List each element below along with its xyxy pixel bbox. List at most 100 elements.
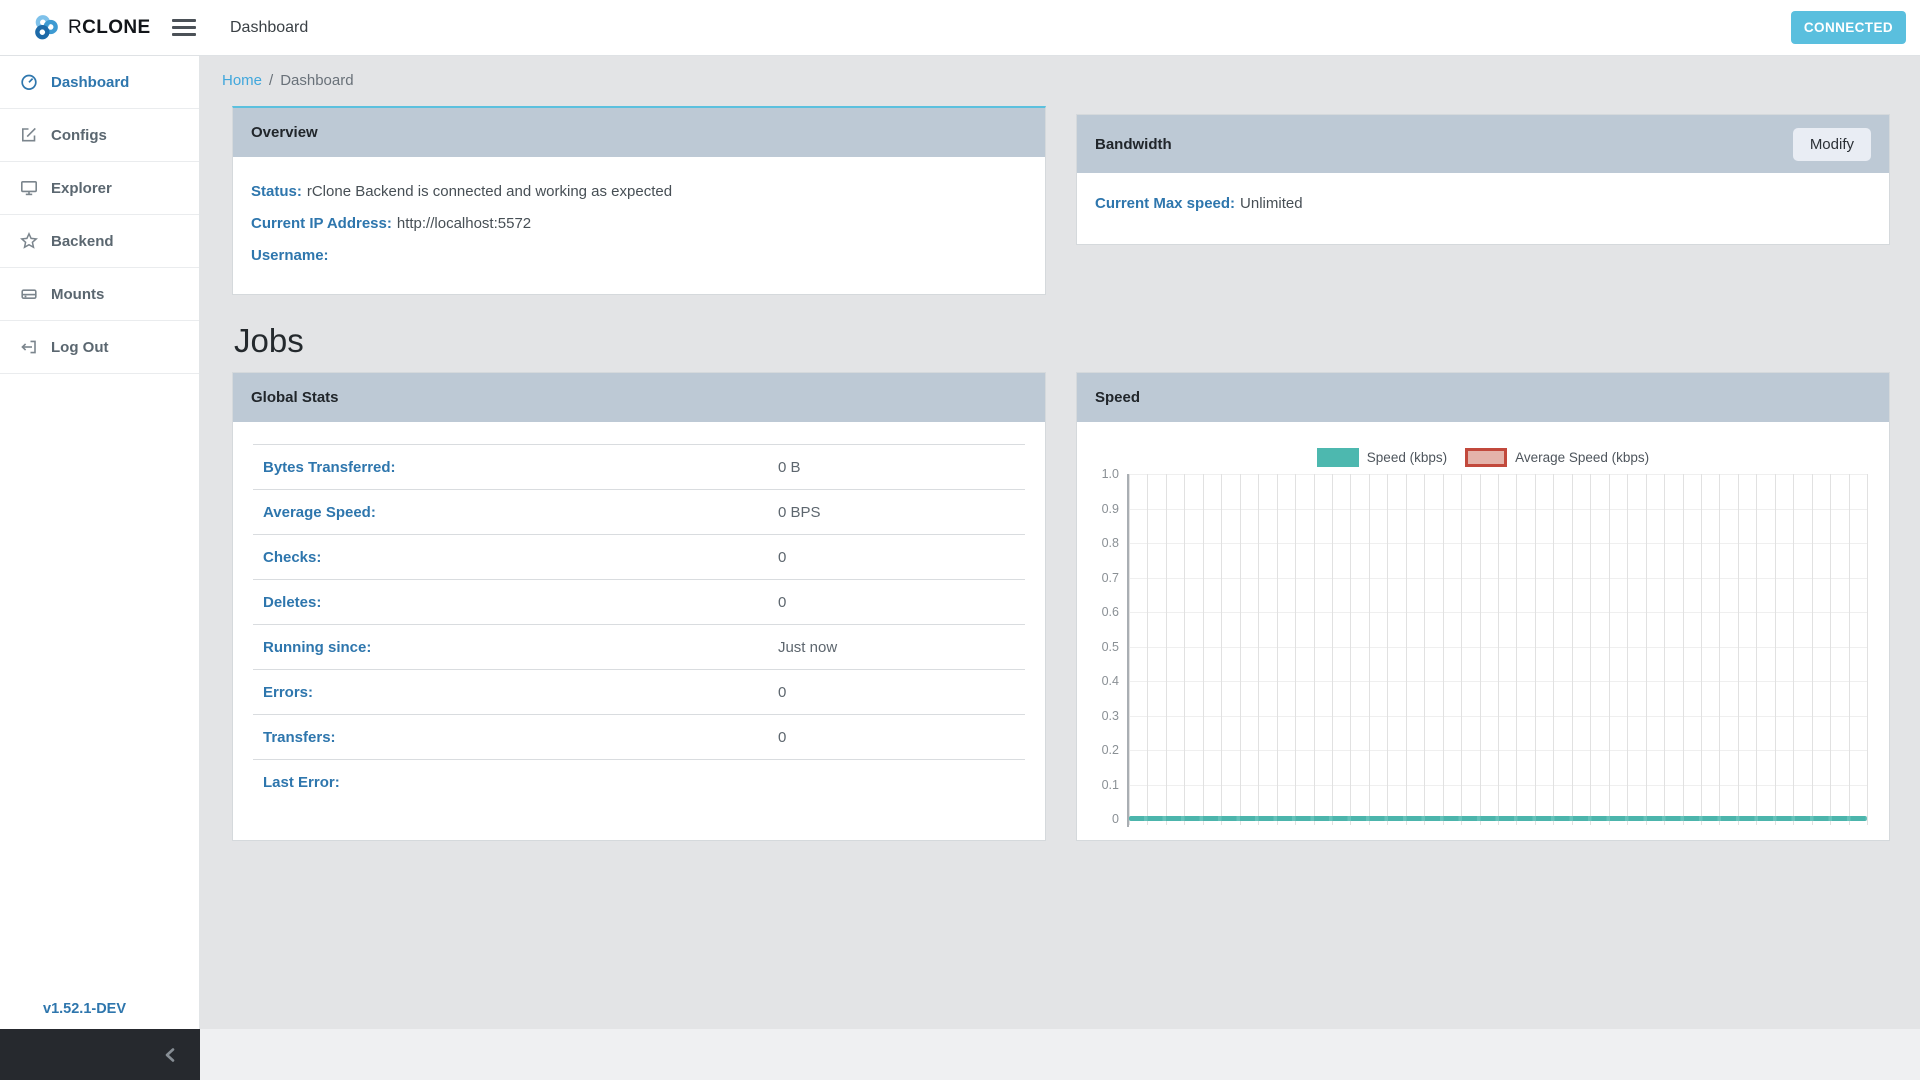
sidebar-item-explorer[interactable]: Explorer <box>0 162 199 215</box>
x-gridline <box>1424 474 1426 825</box>
x-gridline <box>1848 474 1850 825</box>
x-gridline <box>1479 474 1481 825</box>
stat-label: Errors: <box>253 669 778 715</box>
sidebar-item-label: Dashboard <box>51 73 130 91</box>
stat-value <box>777 759 1025 804</box>
speed-chart-legend: Speed (kbps) Average Speed (kbps) <box>1077 448 1889 467</box>
x-gridline <box>1350 474 1352 825</box>
y-tick-label: 0.4 <box>1101 674 1119 688</box>
x-gridline <box>1405 474 1407 825</box>
speed-series-line <box>1129 816 1867 821</box>
main-content: Home / Dashboard Overview Status: rClone Ba… <box>200 56 1920 1029</box>
x-gridline <box>1756 474 1758 825</box>
x-gridline <box>1442 474 1444 825</box>
status-row: Status: rClone Backend is connected and w… <box>251 183 1027 200</box>
sidebar-collapse-bar[interactable] <box>0 1029 200 1080</box>
max-speed-value: Unlimited <box>1240 195 1303 212</box>
x-gridline <box>1645 474 1647 825</box>
sidebar-item-logout[interactable]: Log Out <box>0 321 199 374</box>
x-gridline <box>1313 474 1315 825</box>
username-row: Username: <box>251 247 1027 264</box>
y-tick-label: 0.5 <box>1101 640 1119 654</box>
y-tick-label: 0 <box>1112 812 1119 826</box>
ip-address-value: http://localhost:5572 <box>396 215 532 232</box>
x-gridline <box>1867 474 1868 825</box>
stat-label: Transfers: <box>253 714 778 760</box>
y-tick-label: 0.2 <box>1101 743 1119 757</box>
x-gridline <box>1461 474 1463 825</box>
speed-series-label: Speed (kbps) <box>1366 450 1448 465</box>
stat-value: 0 BPS <box>777 489 1025 535</box>
sidebar-item-dashboard[interactable]: Dashboard <box>0 56 199 109</box>
hamburger-menu-icon[interactable] <box>172 19 196 36</box>
x-gridline <box>1202 474 1204 825</box>
x-gridline <box>1147 474 1149 825</box>
x-gridline <box>1811 474 1813 825</box>
sidebar-item-configs[interactable]: Configs <box>0 109 199 162</box>
speed-card-title: Speed <box>1095 389 1141 406</box>
page-title: Dashboard <box>230 18 309 36</box>
rclone-logo[interactable]: RCLONE <box>0 14 160 41</box>
connected-status-button[interactable]: CONNECTED <box>1790 11 1906 44</box>
edit-square-icon <box>22 127 36 142</box>
breadcrumb-home-link[interactable]: Home <box>222 72 262 89</box>
sidebar-item-mounts[interactable]: Mounts <box>0 268 199 321</box>
x-gridline <box>1571 474 1573 825</box>
x-gridline <box>1830 474 1832 825</box>
average-speed-series-swatch <box>1465 448 1508 467</box>
y-tick-label: 1.0 <box>1101 467 1119 481</box>
bandwidth-card-title: Bandwidth <box>1095 135 1172 153</box>
table-row: Bytes Transferred: 0 B <box>253 444 1025 490</box>
y-tick-label: 0.3 <box>1101 709 1119 723</box>
x-gridline <box>1331 474 1333 825</box>
table-row: Running since: Just now <box>253 624 1025 670</box>
sidebar-item-label: Mounts <box>51 285 105 303</box>
x-gridline <box>1682 474 1684 825</box>
hard-drive-icon <box>21 289 37 299</box>
table-row: Transfers: 0 <box>253 714 1025 760</box>
table-row: Errors: 0 <box>253 669 1025 715</box>
legend-item-average-speed: Average Speed (kbps) <box>1465 448 1649 467</box>
brand-text: RCLONE <box>68 16 151 38</box>
stat-label: Last Error: <box>253 759 778 804</box>
x-gridline <box>1295 474 1297 825</box>
x-gridline <box>1239 474 1241 825</box>
stat-value: Just now <box>777 624 1025 670</box>
breadcrumb-separator: / <box>269 72 274 89</box>
x-gridline <box>1221 474 1223 825</box>
sidebar-item-label: Explorer <box>51 179 112 197</box>
x-gridline <box>1664 474 1666 825</box>
x-gridline <box>1184 474 1186 825</box>
stat-label: Running since: <box>253 624 778 670</box>
stat-label: Deletes: <box>253 579 778 625</box>
sidebar-item-backend[interactable]: Backend <box>0 215 199 268</box>
footer-strip <box>200 1029 1920 1080</box>
x-gridline <box>1258 474 1260 825</box>
x-gridline <box>1590 474 1592 825</box>
stat-value: 0 <box>777 669 1025 715</box>
x-gridline <box>1608 474 1610 825</box>
stat-value: 0 <box>777 534 1025 580</box>
stat-label: Bytes Transferred: <box>253 444 778 490</box>
stat-value: 0 <box>777 579 1025 625</box>
speed-card-header: Speed <box>1077 373 1889 422</box>
username-label: Username: <box>251 247 329 264</box>
x-gridline <box>1534 474 1536 825</box>
stat-label: Average Speed: <box>253 489 778 535</box>
modify-button[interactable]: Modify <box>1792 127 1871 161</box>
table-row: Average Speed: 0 BPS <box>253 489 1025 535</box>
chevron-left-icon <box>165 1047 175 1062</box>
tachometer-icon <box>21 74 37 90</box>
overview-card: Overview Status: rClone Backend is connec… <box>232 106 1046 295</box>
global-stats-table-body: Bytes Transferred: 0 B Average Speed: 0 BPS… <box>253 444 1025 804</box>
legend-item-speed: Speed (kbps) <box>1316 448 1448 467</box>
sidebar-item-label: Configs <box>51 126 107 144</box>
app-version: v1.52.1-DEV <box>43 1001 127 1017</box>
x-gridline <box>1276 474 1278 825</box>
ip-address-row: Current IP Address: http://localhost:5572 <box>251 215 1027 232</box>
x-gridline <box>1793 474 1795 825</box>
status-value: rClone Backend is connected and working … <box>306 183 673 200</box>
table-row: Deletes: 0 <box>253 579 1025 625</box>
overview-card-header: Overview <box>233 108 1045 157</box>
stat-value: 0 <box>777 714 1025 760</box>
